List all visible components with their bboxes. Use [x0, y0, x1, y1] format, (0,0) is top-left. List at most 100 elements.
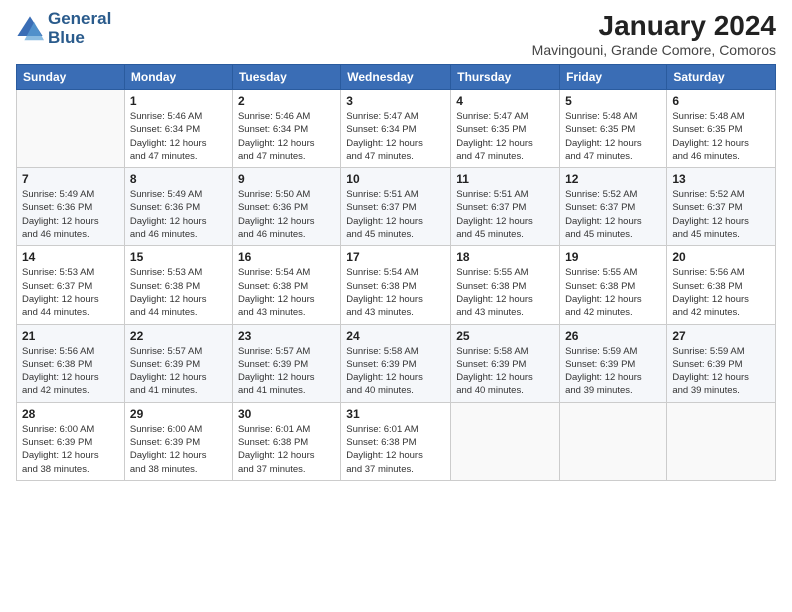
calendar-cell: 11Sunrise: 5:51 AM Sunset: 6:37 PM Dayli… — [451, 168, 560, 246]
day-info: Sunrise: 5:55 AM Sunset: 6:38 PM Dayligh… — [456, 266, 554, 319]
calendar-cell: 14Sunrise: 5:53 AM Sunset: 6:37 PM Dayli… — [17, 246, 125, 324]
day-number: 13 — [672, 172, 770, 186]
day-info: Sunrise: 5:57 AM Sunset: 6:39 PM Dayligh… — [238, 345, 335, 398]
day-info: Sunrise: 6:01 AM Sunset: 6:38 PM Dayligh… — [238, 423, 335, 476]
day-number: 29 — [130, 407, 227, 421]
day-info: Sunrise: 5:56 AM Sunset: 6:38 PM Dayligh… — [672, 266, 770, 319]
day-number: 2 — [238, 94, 335, 108]
calendar-cell: 25 Sunrise: 5:58 AM Sunset: 6:39 PM Dayli… — [451, 324, 560, 402]
calendar-cell: 2 Sunrise: 5:46 AM Sunset: 6:34 PM Daylig… — [232, 90, 340, 168]
day-info: Sunrise: 5:59 AM Sunset: 6:39 PM Dayligh… — [565, 345, 661, 398]
calendar-cell: 4 Sunrise: 5:47 AM Sunset: 6:35 PM Daylig… — [451, 90, 560, 168]
logo-area: General Blue — [16, 10, 111, 47]
day-number: 28 — [22, 407, 119, 421]
calendar-cell: 10Sunrise: 5:51 AM Sunset: 6:37 PM Dayli… — [341, 168, 451, 246]
day-info: Sunrise: 5:53 AM Sunset: 6:38 PM Dayligh… — [130, 266, 227, 319]
calendar-cell: 7Sunrise: 5:49 AM Sunset: 6:36 PM Daylig… — [17, 168, 125, 246]
calendar-cell: 12 Sunrise: 5:52 AM Sunset: 6:37 PM Dayli… — [560, 168, 667, 246]
calendar-cell: 15 Sunrise: 5:53 AM Sunset: 6:38 PM Dayli… — [124, 246, 232, 324]
calendar-cell: 23Sunrise: 5:57 AM Sunset: 6:39 PM Dayli… — [232, 324, 340, 402]
day-number: 3 — [346, 94, 445, 108]
day-info: Sunrise: 5:49 AM Sunset: 6:36 PM Dayligh… — [22, 188, 119, 241]
calendar-week-row: 21 Sunrise: 5:56 AM Sunset: 6:38 PM Dayli… — [17, 324, 776, 402]
calendar-day-header: Thursday — [451, 65, 560, 90]
day-info: Sunrise: 6:00 AM Sunset: 6:39 PM Dayligh… — [130, 423, 227, 476]
header: General Blue January 2024 Mavingouni, Gr… — [16, 10, 776, 58]
day-info: Sunrise: 5:46 AM Sunset: 6:34 PM Dayligh… — [130, 110, 227, 163]
logo-icon — [16, 15, 44, 43]
calendar-day-header: Wednesday — [341, 65, 451, 90]
calendar-cell: 18 Sunrise: 5:55 AM Sunset: 6:38 PM Dayli… — [451, 246, 560, 324]
day-info: Sunrise: 5:52 AM Sunset: 6:37 PM Dayligh… — [565, 188, 661, 241]
day-number: 10 — [346, 172, 445, 186]
day-info: Sunrise: 5:48 AM Sunset: 6:35 PM Dayligh… — [672, 110, 770, 163]
calendar-cell: 24 Sunrise: 5:58 AM Sunset: 6:39 PM Dayli… — [341, 324, 451, 402]
day-number: 25 — [456, 329, 554, 343]
calendar-day-header: Saturday — [667, 65, 776, 90]
calendar-cell — [560, 402, 667, 480]
calendar-cell — [17, 90, 125, 168]
day-number: 12 — [565, 172, 661, 186]
calendar-cell: 31 Sunrise: 6:01 AM Sunset: 6:38 PM Dayli… — [341, 402, 451, 480]
day-number: 4 — [456, 94, 554, 108]
day-info: Sunrise: 5:50 AM Sunset: 6:36 PM Dayligh… — [238, 188, 335, 241]
day-info: Sunrise: 5:54 AM Sunset: 6:38 PM Dayligh… — [238, 266, 335, 319]
main-title: January 2024 — [532, 10, 776, 42]
calendar-cell: 30 Sunrise: 6:01 AM Sunset: 6:38 PM Dayli… — [232, 402, 340, 480]
day-number: 14 — [22, 250, 119, 264]
day-number: 15 — [130, 250, 227, 264]
calendar-cell: 8Sunrise: 5:49 AM Sunset: 6:36 PM Daylig… — [124, 168, 232, 246]
day-number: 21 — [22, 329, 119, 343]
calendar-cell: 28Sunrise: 6:00 AM Sunset: 6:39 PM Dayli… — [17, 402, 125, 480]
calendar-cell: 26Sunrise: 5:59 AM Sunset: 6:39 PM Dayli… — [560, 324, 667, 402]
day-info: Sunrise: 5:58 AM Sunset: 6:39 PM Dayligh… — [346, 345, 445, 398]
day-number: 5 — [565, 94, 661, 108]
calendar-day-header: Friday — [560, 65, 667, 90]
calendar-week-row: 1 Sunrise: 5:46 AM Sunset: 6:34 PM Daylig… — [17, 90, 776, 168]
day-info: Sunrise: 5:47 AM Sunset: 6:34 PM Dayligh… — [346, 110, 445, 163]
calendar-cell: 5Sunrise: 5:48 AM Sunset: 6:35 PM Daylig… — [560, 90, 667, 168]
day-info: Sunrise: 6:01 AM Sunset: 6:38 PM Dayligh… — [346, 423, 445, 476]
calendar-cell: 19Sunrise: 5:55 AM Sunset: 6:38 PM Dayli… — [560, 246, 667, 324]
calendar-cell: 29 Sunrise: 6:00 AM Sunset: 6:39 PM Dayli… — [124, 402, 232, 480]
day-info: Sunrise: 5:49 AM Sunset: 6:36 PM Dayligh… — [130, 188, 227, 241]
day-info: Sunrise: 5:52 AM Sunset: 6:37 PM Dayligh… — [672, 188, 770, 241]
calendar-header-row: SundayMondayTuesdayWednesdayThursdayFrid… — [17, 65, 776, 90]
day-number: 16 — [238, 250, 335, 264]
logo-text: General Blue — [48, 10, 111, 47]
calendar-day-header: Monday — [124, 65, 232, 90]
day-number: 27 — [672, 329, 770, 343]
calendar-cell: 21 Sunrise: 5:56 AM Sunset: 6:38 PM Dayli… — [17, 324, 125, 402]
day-number: 20 — [672, 250, 770, 264]
calendar-cell — [451, 402, 560, 480]
calendar-week-row: 28 Sunrise: 6:00 AM Sunset: 6:39 PM Dayli… — [17, 402, 776, 480]
day-info: Sunrise: 5:57 AM Sunset: 6:39 PM Dayligh… — [130, 345, 227, 398]
calendar-day-header: Tuesday — [232, 65, 340, 90]
day-number: 18 — [456, 250, 554, 264]
day-info: Sunrise: 5:56 AM Sunset: 6:38 PM Dayligh… — [22, 345, 119, 398]
day-number: 22 — [130, 329, 227, 343]
day-info: Sunrise: 5:54 AM Sunset: 6:38 PM Dayligh… — [346, 266, 445, 319]
day-info: Sunrise: 5:46 AM Sunset: 6:34 PM Dayligh… — [238, 110, 335, 163]
day-info: Sunrise: 5:47 AM Sunset: 6:35 PM Dayligh… — [456, 110, 554, 163]
day-info: Sunrise: 5:59 AM Sunset: 6:39 PM Dayligh… — [672, 345, 770, 398]
page: General Blue January 2024 Mavingouni, Gr… — [0, 0, 792, 612]
calendar-cell: 17Sunrise: 5:54 AM Sunset: 6:38 PM Dayli… — [341, 246, 451, 324]
calendar-cell: 27 Sunrise: 5:59 AM Sunset: 6:39 PM Dayli… — [667, 324, 776, 402]
day-number: 6 — [672, 94, 770, 108]
calendar-cell: 1 Sunrise: 5:46 AM Sunset: 6:34 PM Daylig… — [124, 90, 232, 168]
day-number: 31 — [346, 407, 445, 421]
calendar-cell: 9Sunrise: 5:50 AM Sunset: 6:36 PM Daylig… — [232, 168, 340, 246]
calendar-cell: 22 Sunrise: 5:57 AM Sunset: 6:39 PM Dayli… — [124, 324, 232, 402]
calendar-week-row: 14Sunrise: 5:53 AM Sunset: 6:37 PM Dayli… — [17, 246, 776, 324]
day-info: Sunrise: 5:58 AM Sunset: 6:39 PM Dayligh… — [456, 345, 554, 398]
day-number: 24 — [346, 329, 445, 343]
calendar-week-row: 7Sunrise: 5:49 AM Sunset: 6:36 PM Daylig… — [17, 168, 776, 246]
day-number: 30 — [238, 407, 335, 421]
calendar-cell: 13 Sunrise: 5:52 AM Sunset: 6:37 PM Dayli… — [667, 168, 776, 246]
calendar-cell — [667, 402, 776, 480]
calendar-day-header: Sunday — [17, 65, 125, 90]
day-number: 11 — [456, 172, 554, 186]
calendar-cell: 6 Sunrise: 5:48 AM Sunset: 6:35 PM Daylig… — [667, 90, 776, 168]
day-number: 1 — [130, 94, 227, 108]
